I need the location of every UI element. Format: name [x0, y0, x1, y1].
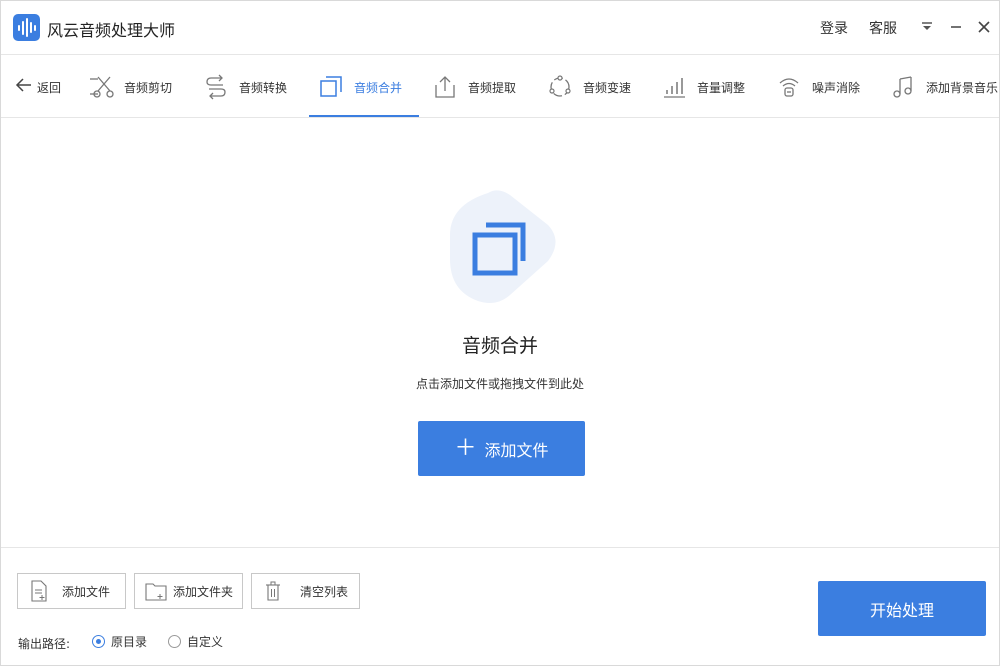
tab-noise-removal[interactable]: 噪声消除: [776, 73, 860, 101]
radio-original-dir-label: 原目录: [111, 635, 148, 649]
add-file-small-label: 添加文件: [62, 584, 111, 599]
clear-list-label: 清空列表: [300, 584, 349, 599]
tab-volume-adjust[interactable]: 音量调整: [661, 73, 745, 101]
speed-circle-icon: [547, 74, 573, 100]
back-label: 返回: [37, 80, 62, 95]
add-file-small-button[interactable]: 添加文件: [17, 573, 126, 609]
merge-hero-icon: [448, 189, 558, 307]
upload-extract-icon: [432, 74, 458, 100]
tab-audio-speed[interactable]: 音频变速: [547, 73, 631, 101]
add-folder-button[interactable]: 添加文件夹: [134, 573, 243, 609]
tab-audio-cut[interactable]: 音频剪切: [88, 73, 172, 101]
tool-nav: 返回 音频剪切 音频转换 音频合并 音频提取 音频变速 音量调整 噪声消除 添加…: [1, 56, 999, 118]
file-add-icon: [26, 573, 52, 609]
page-title: 音频合并: [461, 335, 538, 357]
noise-wave-icon: [776, 74, 802, 100]
tab-audio-extract[interactable]: 音频提取: [432, 73, 516, 101]
radio-custom-dir[interactable]: 自定义: [168, 633, 223, 650]
title-bar: 风云音频处理大师 登录 客服: [1, 1, 999, 55]
radio-custom-dir-label: 自定义: [187, 635, 224, 649]
add-file-button[interactable]: ＋ 添加文件: [418, 421, 585, 476]
plus-icon: ＋: [454, 435, 477, 461]
radio-dot: [168, 635, 181, 648]
customer-service-link[interactable]: 客服: [869, 18, 897, 38]
tab-audio-cut-label: 音频剪切: [124, 80, 173, 95]
trash-icon: [260, 573, 286, 609]
minimize-icon[interactable]: [948, 19, 964, 35]
tab-add-bgm-label: 添加背景音乐: [926, 80, 999, 95]
tab-audio-speed-label: 音频变速: [583, 80, 632, 95]
app-window: 风云音频处理大师 登录 客服 返回 音频剪切 音频转换 音频合并 音频提取 音频…: [0, 0, 1000, 666]
login-link[interactable]: 登录: [820, 18, 848, 38]
folder-add-icon: [143, 573, 169, 609]
app-title: 风云音频处理大师: [47, 21, 176, 40]
tab-audio-convert-label: 音频转换: [239, 80, 288, 95]
tab-volume-adjust-label: 音量调整: [697, 80, 746, 95]
app-logo-icon: [13, 14, 40, 41]
add-file-button-label: 添加文件: [484, 440, 549, 460]
bottom-panel: 添加文件 添加文件夹 清空列表 输出路径: 原目录 自定义 开始处理: [1, 547, 999, 665]
volume-bars-icon: [661, 74, 687, 100]
tab-audio-merge-label: 音频合并: [354, 80, 403, 95]
tab-add-bgm[interactable]: 添加背景音乐: [890, 73, 998, 101]
clear-list-button[interactable]: 清空列表: [251, 573, 360, 609]
active-tab-indicator: [309, 115, 419, 117]
tab-audio-convert[interactable]: 音频转换: [203, 73, 287, 101]
arrow-left-icon: [15, 77, 33, 97]
convert-arrows-icon: [203, 74, 229, 100]
merge-squares-icon: [318, 74, 344, 100]
music-note-icon: [890, 74, 916, 100]
back-button[interactable]: 返回: [15, 76, 61, 98]
tab-noise-removal-label: 噪声消除: [812, 80, 861, 95]
add-folder-label: 添加文件夹: [173, 584, 234, 599]
tab-audio-merge[interactable]: 音频合并: [318, 73, 402, 101]
dropdown-menu-icon[interactable]: [919, 19, 935, 35]
radio-dot-checked: [92, 635, 105, 648]
scissors-icon: [88, 74, 114, 100]
drop-hint-text: 点击添加文件或拖拽文件到此处: [415, 377, 584, 391]
output-path-label: 输出路径:: [18, 637, 71, 651]
radio-original-dir[interactable]: 原目录: [92, 633, 147, 650]
tab-audio-extract-label: 音频提取: [468, 80, 517, 95]
start-process-button[interactable]: 开始处理: [818, 581, 986, 636]
close-icon[interactable]: [976, 19, 992, 35]
